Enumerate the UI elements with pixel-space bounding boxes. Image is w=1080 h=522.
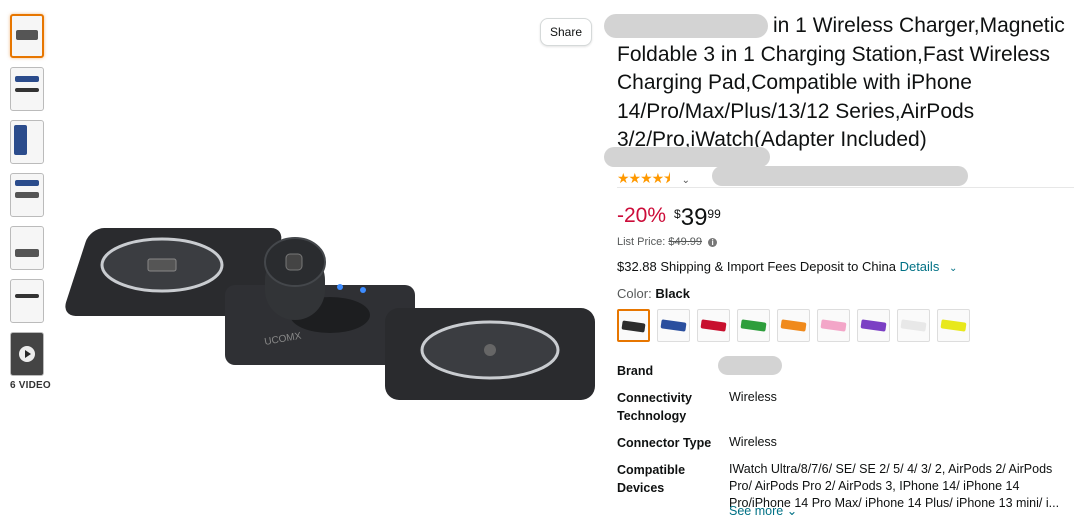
list-price-row: List Price: $49.99 i — [617, 236, 718, 248]
title-text: in 1 Wireless Charger,Magnetic Foldable … — [617, 14, 1065, 151]
divider — [617, 187, 1074, 188]
color-label: Color: Black — [617, 286, 690, 301]
color-swatch-red[interactable] — [697, 309, 730, 342]
rating-row: ★★★★⯨ ⌄ — [617, 168, 690, 192]
spec-row-connector: Connector Type Wireless — [617, 434, 1077, 452]
spec-key: Connector Type — [617, 436, 712, 450]
swatch-image — [860, 319, 887, 332]
main-product-image[interactable]: UCOMX — [50, 210, 610, 410]
shipping-text: $32.88 Shipping & Import Fees Deposit to… — [617, 259, 896, 274]
discount-percent: -20% — [617, 204, 667, 227]
swatch-image — [660, 319, 687, 332]
redacted-brand-value — [718, 356, 782, 375]
thumbnail-4[interactable] — [10, 173, 44, 217]
spec-row-connectivity: Connectivity Technology Wireless — [617, 389, 1077, 425]
specs-table: Brand Connectivity Technology Wireless C… — [617, 362, 1077, 521]
swatch-image — [820, 319, 847, 332]
spec-row-brand: Brand — [617, 362, 1077, 380]
spec-key: Compatible Devices — [617, 463, 686, 495]
spec-value: Wireless — [729, 390, 777, 404]
redacted-rating-count — [712, 166, 968, 186]
play-icon — [19, 346, 35, 362]
color-swatch-white[interactable] — [897, 309, 930, 342]
price-whole: 39 — [680, 204, 708, 231]
swatch-image — [780, 319, 807, 332]
price-fraction: 99 — [707, 207, 721, 221]
chevron-down-icon[interactable]: ⌄ — [682, 175, 690, 186]
shipping-info: $32.88 Shipping & Import Fees Deposit to… — [617, 259, 957, 274]
currency-symbol: $ — [674, 207, 681, 221]
spec-value: Wireless — [729, 435, 777, 449]
color-swatch-green[interactable] — [737, 309, 770, 342]
color-swatches — [617, 309, 970, 342]
info-icon[interactable]: i — [708, 237, 718, 247]
redacted-store-link — [604, 147, 770, 167]
swatch-image — [900, 319, 927, 332]
swatch-image — [621, 320, 646, 333]
chevron-down-icon[interactable]: ⌄ — [949, 263, 957, 274]
video-count-label: 6 VIDEO — [10, 380, 51, 391]
chevron-down-icon: ⌄ — [786, 504, 798, 518]
color-swatch-orange[interactable] — [777, 309, 810, 342]
color-swatch-black[interactable] — [617, 309, 650, 342]
details-link[interactable]: Details — [900, 259, 940, 274]
video-thumbnail[interactable] — [10, 332, 44, 376]
star-rating[interactable]: ★★★★⯨ — [617, 168, 671, 192]
swatch-image — [740, 319, 767, 332]
list-price-label: List Price: — [617, 236, 666, 248]
thumbnail-6[interactable] — [10, 279, 44, 323]
swatch-image — [940, 319, 967, 332]
share-button[interactable]: Share — [540, 18, 592, 46]
swatch-image — [700, 319, 727, 332]
thumbnail-5[interactable] — [10, 226, 44, 270]
color-swatch-purple[interactable] — [857, 309, 890, 342]
spec-row-compatible: Compatible Devices IWatch Ultra/8/7/6/ S… — [617, 461, 1077, 512]
see-more-link[interactable]: See more ⌄ — [729, 503, 797, 518]
product-title: in 1 Wireless Charger,Magnetic Foldable … — [617, 12, 1072, 155]
color-swatch-yellow[interactable] — [937, 309, 970, 342]
color-swatch-pink[interactable] — [817, 309, 850, 342]
thumbnail-2[interactable] — [10, 67, 44, 111]
color-swatch-blue[interactable] — [657, 309, 690, 342]
spec-key: Brand — [617, 364, 654, 378]
list-price-value: $49.99 — [668, 236, 703, 248]
thumbnail-strip: 6 VIDEO — [10, 14, 51, 391]
color-label-text: Color: — [617, 286, 652, 301]
thumbnail-3[interactable] — [10, 120, 44, 164]
thumbnail-1[interactable] — [10, 14, 44, 58]
price-block: -20% $ 39 99 — [617, 204, 721, 232]
spec-key: Connectivity Technology — [617, 391, 693, 423]
see-more-text: See more — [729, 504, 784, 518]
selected-color: Black — [655, 286, 691, 301]
